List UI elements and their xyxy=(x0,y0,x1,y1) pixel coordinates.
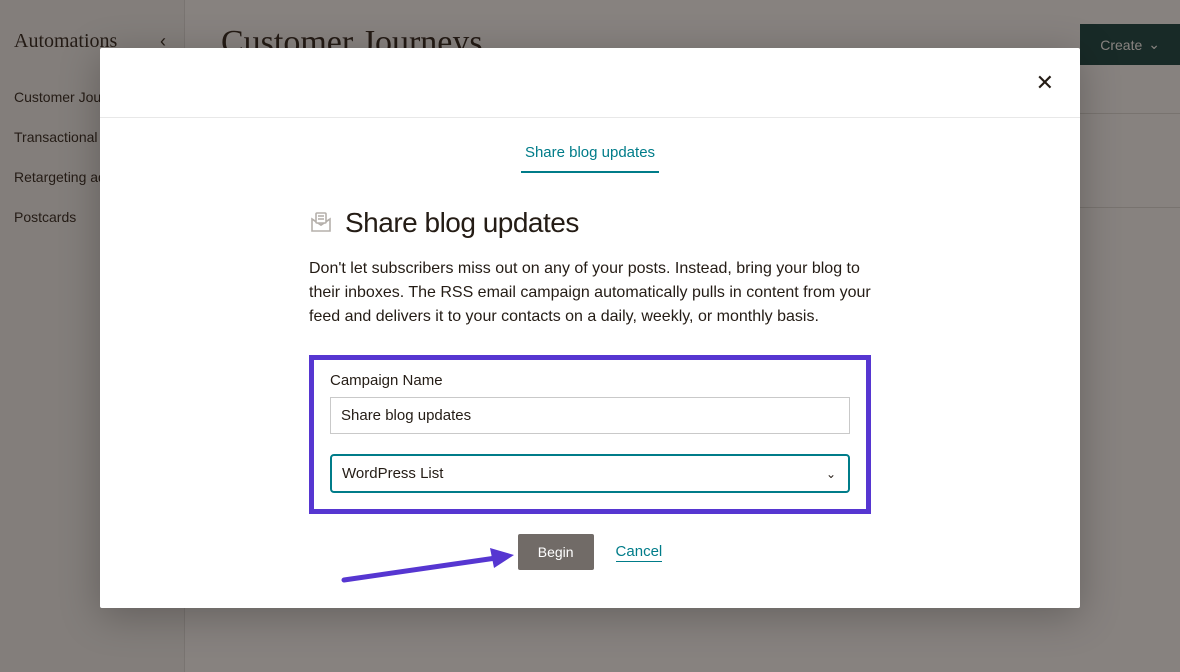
modal-description: Don't let subscribers miss out on any of… xyxy=(309,257,871,329)
envelope-icon xyxy=(309,211,333,235)
campaign-name-input[interactable] xyxy=(330,397,850,434)
tab-share-blog-updates[interactable]: Share blog updates xyxy=(521,138,659,173)
close-icon[interactable]: ✕ xyxy=(1036,70,1054,96)
campaign-name-label: Campaign Name xyxy=(330,372,850,389)
form-highlight-box: Campaign Name WordPress List ⌄ xyxy=(309,355,871,514)
cancel-link[interactable]: Cancel xyxy=(616,543,663,562)
begin-button[interactable]: Begin xyxy=(518,534,594,570)
list-select[interactable]: WordPress List xyxy=(330,454,850,493)
modal-heading: Share blog updates xyxy=(345,207,579,239)
modal-dialog: ✕ Share blog updates Share blog updates … xyxy=(100,48,1080,608)
